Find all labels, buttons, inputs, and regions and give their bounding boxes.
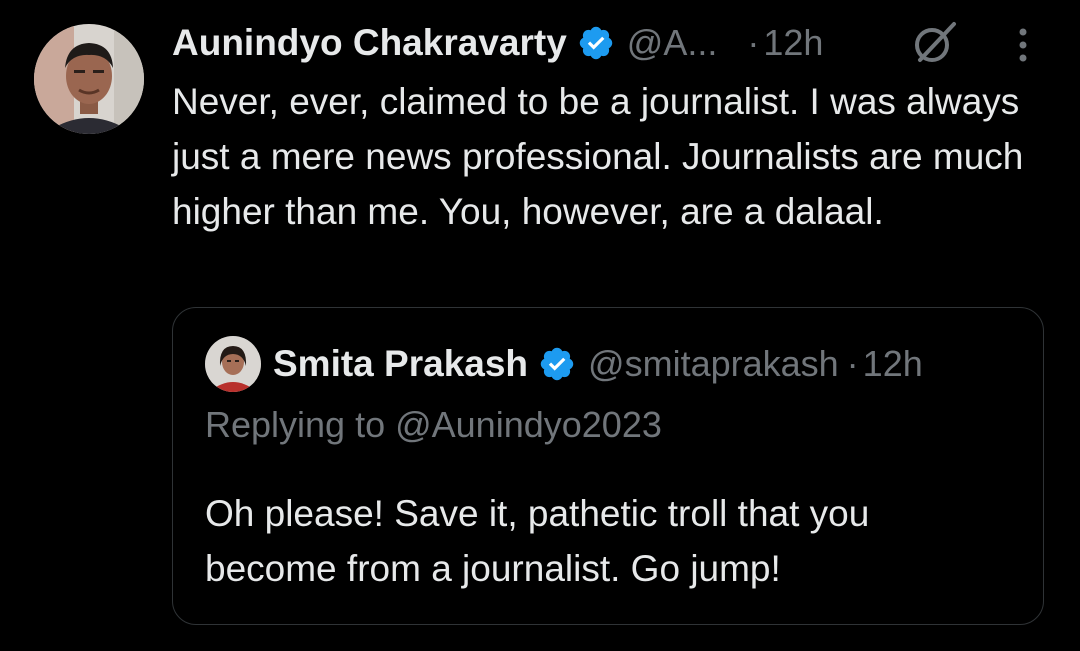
author-avatar[interactable] <box>34 24 144 134</box>
quoted-tweet-text: Oh please! Save it, pathetic troll that … <box>205 493 870 589</box>
verified-badge-icon[interactable] <box>577 24 615 62</box>
quoted-author-name[interactable]: Smita Prakash <box>273 343 528 385</box>
more-options-icon[interactable] <box>1008 24 1038 66</box>
tweet-text: Never, ever, claimed to be a journalist.… <box>172 81 1024 232</box>
quoted-author-avatar[interactable] <box>205 336 261 392</box>
tweet[interactable]: Aunindyo Chakravarty @A... · 12h Never, … <box>0 0 1080 651</box>
verified-badge-icon[interactable] <box>538 345 576 383</box>
grok-icon[interactable] <box>910 18 960 68</box>
tweet-header: Aunindyo Chakravarty @A... · 12h <box>172 18 823 68</box>
separator-dot: · <box>846 343 859 384</box>
author-handle[interactable]: @A... <box>627 22 718 64</box>
quoted-tweet[interactable]: Smita Prakash @smitaprakash · 12h Replyi… <box>172 307 1044 625</box>
quoted-tweet-header: Smita Prakash @smitaprakash · 12h <box>273 338 923 390</box>
quoted-tweet-timestamp[interactable]: 12h <box>863 343 923 385</box>
replying-to-text[interactable]: Replying to @Aunindyo2023 <box>205 404 662 446</box>
tweet-timestamp[interactable]: 12h <box>763 22 823 64</box>
quoted-author-handle[interactable]: @smitaprakash <box>588 343 839 385</box>
separator-dot: · <box>747 22 760 63</box>
author-name[interactable]: Aunindyo Chakravarty <box>172 22 567 64</box>
